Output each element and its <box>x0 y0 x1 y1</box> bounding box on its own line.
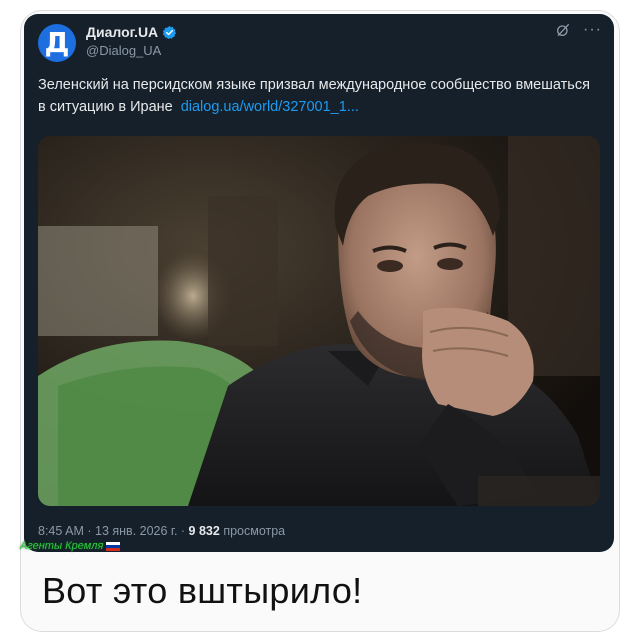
tweet-meta: 8:45 AM · 13 янв. 2026 г. · 9 832 просмо… <box>38 524 285 538</box>
display-name[interactable]: Диалог.UA <box>86 24 158 40</box>
tweet-link[interactable]: dialog.ua/world/327001_1... <box>181 99 359 115</box>
meta-separator: · <box>87 524 95 538</box>
watermark-text: Агенты Кремля <box>20 540 104 552</box>
russia-flag-icon <box>106 541 121 551</box>
meta-separator: · <box>180 524 189 538</box>
post-caption: Вот это вштырило! <box>42 570 363 611</box>
tweet-screenshot: Д Диалог.UA @Dialog_UA ··· Зеленский на … <box>24 14 614 552</box>
tweet-photo[interactable] <box>38 136 600 506</box>
avatar[interactable]: Д <box>38 24 76 62</box>
views-label: просмотра <box>223 524 286 538</box>
tweet-time[interactable]: 8:45 AM <box>38 524 84 538</box>
more-icon[interactable]: ··· <box>583 22 602 38</box>
verified-badge-icon <box>162 25 177 40</box>
grok-icon[interactable] <box>555 22 571 38</box>
views-count: 9 832 <box>188 524 220 538</box>
watermark: Агенты Кремля <box>20 540 121 552</box>
tweet-text: Зеленский на персидском языке призвал ме… <box>38 74 598 118</box>
tweet-actions-top: ··· <box>555 22 602 38</box>
handle[interactable]: @Dialog_UA <box>86 43 161 58</box>
photo-man-thinking <box>38 136 600 506</box>
display-name-row[interactable]: Диалог.UA <box>86 24 177 40</box>
tweet-date[interactable]: 13 янв. 2026 г. <box>95 524 177 538</box>
